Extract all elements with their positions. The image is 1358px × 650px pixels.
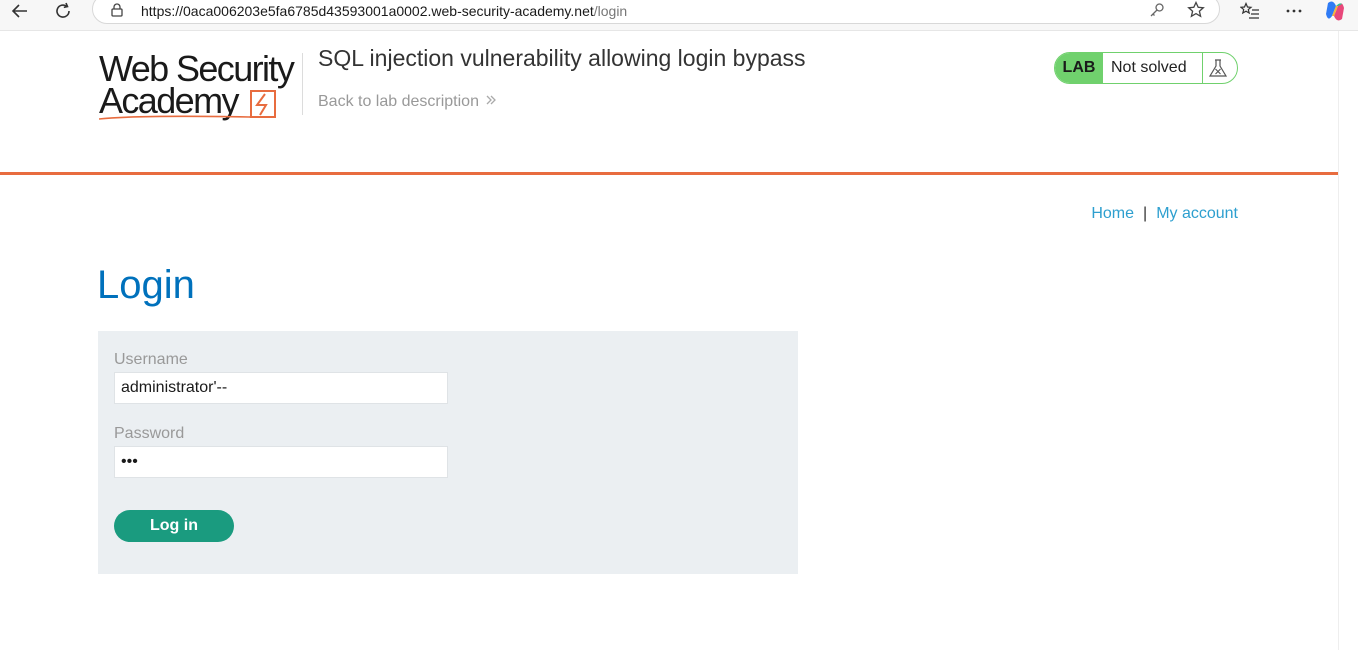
header-accent-rule xyxy=(0,172,1339,175)
logo-lightning-mark-icon xyxy=(99,90,276,120)
lab-tag: LAB xyxy=(1055,53,1103,83)
back-to-lab-description-link[interactable]: Back to lab description xyxy=(318,93,497,111)
status-separator xyxy=(1202,53,1203,83)
key-icon[interactable] xyxy=(1149,2,1165,23)
header-divider xyxy=(302,53,303,115)
log-in-button[interactable]: Log in xyxy=(114,510,234,542)
copilot-icon[interactable] xyxy=(1323,1,1347,21)
username-label: Username xyxy=(114,351,188,368)
double-chevron-right-icon xyxy=(485,93,497,110)
favorite-star-icon[interactable] xyxy=(1187,0,1205,24)
my-account-link[interactable]: My account xyxy=(1156,205,1238,222)
url-host: https://0aca006203e5fa6785d43593001a0002… xyxy=(141,3,594,19)
page-scrollbar[interactable] xyxy=(1338,31,1358,650)
username-input[interactable] xyxy=(114,372,448,404)
back-link-label: Back to lab description xyxy=(318,93,479,110)
back-arrow-icon[interactable] xyxy=(5,0,35,22)
lab-status-text: Not solved xyxy=(1111,59,1187,76)
lab-status-widget: LAB Not solved xyxy=(1054,52,1238,84)
favorites-list-icon[interactable] xyxy=(1238,1,1262,21)
lab-title: SQL injection vulnerability allowing log… xyxy=(318,45,806,71)
login-form: Username Password Log in xyxy=(98,331,798,574)
home-link[interactable]: Home xyxy=(1091,205,1134,222)
browser-toolbar: https://0aca006203e5fa6785d43593001a0002… xyxy=(0,0,1358,31)
web-security-academy-logo[interactable]: Web Security Academy xyxy=(99,49,303,125)
password-label: Password xyxy=(114,425,185,442)
lock-icon xyxy=(111,3,123,22)
address-bar[interactable]: https://0aca006203e5fa6785d43593001a0002… xyxy=(92,0,1220,24)
url-path: /login xyxy=(593,3,628,19)
page-content: Web Security Academy SQL injection vulne… xyxy=(0,31,1339,650)
url-text: https://0aca006203e5fa6785d43593001a0002… xyxy=(141,3,627,19)
more-options-icon[interactable] xyxy=(1282,1,1306,21)
top-navigation: Home | My account xyxy=(1091,205,1238,223)
refresh-icon[interactable] xyxy=(48,0,78,22)
flask-icon xyxy=(1207,58,1229,83)
page-title: Login xyxy=(97,263,195,307)
nav-separator: | xyxy=(1143,205,1148,222)
password-input[interactable] xyxy=(114,446,448,478)
